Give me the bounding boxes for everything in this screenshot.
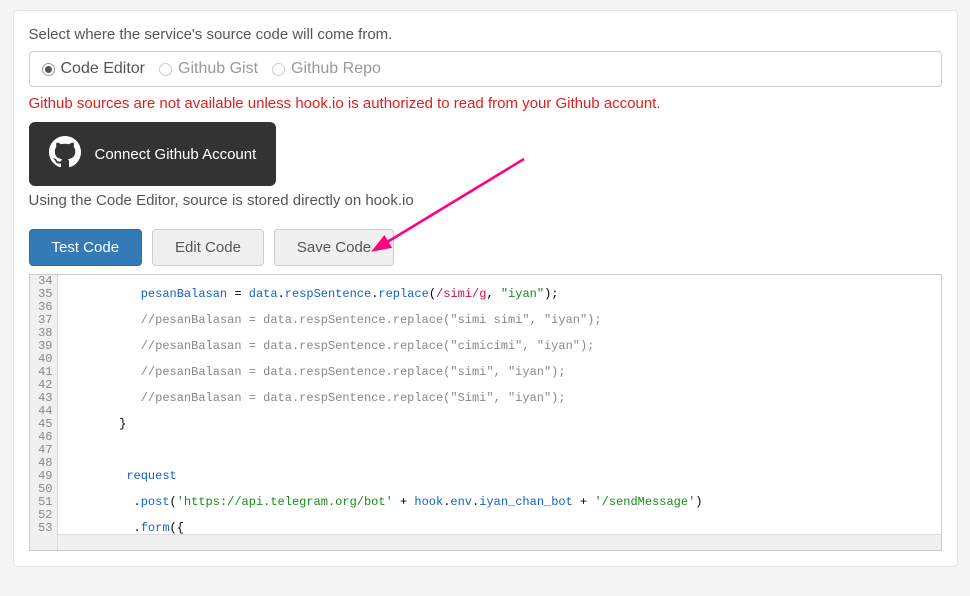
radio-code-editor[interactable]: Code Editor	[42, 60, 146, 78]
radio-icon	[159, 63, 172, 76]
instruction-text: Select where the service's source code w…	[29, 26, 942, 43]
test-code-button[interactable]: Test Code	[29, 229, 143, 266]
action-button-row: Test Code Edit Code Save Code	[29, 229, 942, 266]
radio-label: Github Gist	[178, 60, 258, 78]
code-editor[interactable]: 34 35 36 37 38 39 40 41 42 43 44 45 46 4…	[29, 274, 942, 551]
storage-info-text: Using the Code Editor, source is stored …	[29, 192, 942, 209]
radio-github-gist[interactable]: Github Gist	[159, 60, 258, 78]
source-options-row: Code Editor Github Gist Github Repo	[29, 51, 942, 87]
edit-code-button[interactable]: Edit Code	[152, 229, 264, 266]
radio-icon	[42, 63, 55, 76]
line-number-gutter: 34 35 36 37 38 39 40 41 42 43 44 45 46 4…	[30, 275, 58, 550]
github-warning: Github sources are not available unless …	[29, 95, 942, 112]
connect-github-label: Connect Github Account	[95, 146, 257, 163]
connect-github-button[interactable]: Connect Github Account	[29, 122, 277, 186]
radio-label: Github Repo	[291, 60, 381, 78]
radio-icon	[272, 63, 285, 76]
code-content[interactable]: pesanBalasan = data.respSentence.replace…	[58, 275, 941, 550]
github-icon	[49, 136, 81, 172]
source-config-panel: Select where the service's source code w…	[13, 10, 958, 567]
save-code-button[interactable]: Save Code	[274, 229, 394, 266]
horizontal-scrollbar[interactable]	[58, 534, 941, 550]
radio-github-repo[interactable]: Github Repo	[272, 60, 381, 78]
radio-label: Code Editor	[61, 60, 146, 78]
